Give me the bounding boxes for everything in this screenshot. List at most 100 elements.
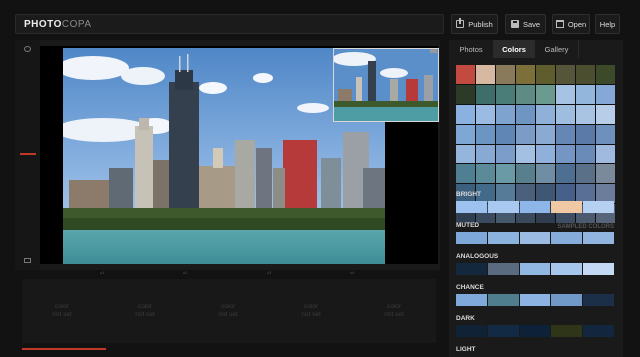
color-swatch[interactable]: [536, 144, 555, 164]
color-swatch[interactable]: [476, 104, 495, 124]
color-swatch[interactable]: [516, 104, 535, 124]
color-swatch[interactable]: [596, 144, 615, 164]
color-swatch[interactable]: [596, 104, 615, 124]
palette-swatch[interactable]: [519, 294, 551, 306]
color-swatch[interactable]: [536, 84, 555, 104]
position-marker[interactable]: [20, 153, 36, 155]
tab-photos[interactable]: Photos: [449, 40, 494, 58]
color-swatch[interactable]: [556, 124, 575, 144]
color-swatch[interactable]: [596, 84, 615, 104]
palette-bright[interactable]: [456, 201, 614, 213]
color-slot[interactable]: color not set: [22, 279, 102, 343]
color-swatch[interactable]: [536, 104, 555, 124]
color-swatch[interactable]: [496, 65, 515, 84]
color-swatch[interactable]: [496, 124, 515, 144]
palette-swatch[interactable]: [487, 232, 519, 244]
publish-button[interactable]: Publish: [451, 14, 498, 34]
tab-colors[interactable]: Colors: [494, 40, 535, 58]
color-swatch[interactable]: [576, 84, 595, 104]
palette-swatch[interactable]: [551, 201, 583, 213]
palette-swatch[interactable]: [487, 263, 519, 275]
color-swatch[interactable]: [456, 65, 475, 84]
palette-swatch[interactable]: [519, 325, 551, 337]
palette-chance[interactable]: [456, 294, 614, 306]
color-swatch[interactable]: [456, 164, 475, 184]
color-swatch[interactable]: [576, 144, 595, 164]
palette-swatch[interactable]: [551, 294, 583, 306]
color-swatch[interactable]: [476, 65, 495, 84]
palette-swatch[interactable]: [487, 325, 519, 337]
open-button[interactable]: Open: [552, 14, 590, 34]
palette-swatch[interactable]: [551, 325, 583, 337]
palette-analogous[interactable]: [456, 263, 614, 275]
color-slot[interactable]: color not set: [188, 279, 268, 343]
palette-swatch[interactable]: [519, 201, 551, 213]
palette-swatch[interactable]: [519, 232, 551, 244]
color-swatch[interactable]: [556, 104, 575, 124]
color-swatch[interactable]: [476, 84, 495, 104]
color-swatch[interactable]: [576, 65, 595, 84]
palette-swatch[interactable]: [583, 232, 614, 244]
palette-muted[interactable]: [456, 232, 614, 244]
color-swatch[interactable]: [536, 124, 555, 144]
palette-title-chance: CHANCE: [456, 284, 484, 291]
palette-dark[interactable]: [456, 325, 614, 337]
color-swatch[interactable]: [496, 104, 515, 124]
color-swatch[interactable]: [576, 124, 595, 144]
color-swatch[interactable]: [556, 164, 575, 184]
palette-swatch[interactable]: [487, 201, 519, 213]
color-swatch[interactable]: [476, 124, 495, 144]
color-swatch[interactable]: [516, 144, 535, 164]
palette-swatch[interactable]: [456, 325, 487, 337]
save-button[interactable]: Save: [505, 14, 546, 34]
palette-swatch[interactable]: [551, 232, 583, 244]
color-slot[interactable]: color not set: [354, 279, 434, 343]
palette-swatch[interactable]: [583, 325, 614, 337]
color-swatch[interactable]: [456, 124, 475, 144]
color-swatch[interactable]: [456, 84, 475, 104]
color-swatch[interactable]: [536, 164, 555, 184]
palette-swatch[interactable]: [583, 294, 614, 306]
color-swatch[interactable]: [556, 84, 575, 104]
color-swatch[interactable]: [456, 104, 475, 124]
color-swatch[interactable]: [476, 164, 495, 184]
palette-swatch[interactable]: [456, 232, 487, 244]
palette-swatch[interactable]: [583, 201, 614, 213]
color-swatch[interactable]: [496, 164, 515, 184]
color-swatch[interactable]: [516, 164, 535, 184]
photo-thumbnail[interactable]: [333, 48, 439, 122]
color-swatch[interactable]: [516, 84, 535, 104]
palette-swatch[interactable]: [456, 294, 487, 306]
color-swatch[interactable]: [536, 65, 555, 84]
thumbnail-menu-icon[interactable]: [430, 49, 437, 53]
palette-swatch[interactable]: [456, 201, 487, 213]
progress-indicator: [22, 348, 106, 350]
palette-swatch[interactable]: [456, 263, 487, 275]
palette-swatch[interactable]: [583, 263, 614, 275]
color-swatch[interactable]: [576, 164, 595, 184]
settings-icon[interactable]: [24, 46, 31, 52]
grid-icon[interactable]: [24, 258, 31, 263]
palette-swatch[interactable]: [551, 263, 583, 275]
color-swatch[interactable]: [456, 144, 475, 164]
slot-line1: color: [386, 303, 402, 311]
tab-gallery[interactable]: Gallery: [535, 40, 579, 58]
color-swatch[interactable]: [596, 164, 615, 184]
color-swatch[interactable]: [556, 144, 575, 164]
help-button[interactable]: Help: [595, 14, 620, 34]
color-swatch[interactable]: [576, 104, 595, 124]
color-swatch[interactable]: [496, 84, 515, 104]
color-swatch[interactable]: [476, 144, 495, 164]
palette-title-muted: MUTED: [456, 222, 480, 229]
palette-swatch[interactable]: [519, 263, 551, 275]
color-swatch[interactable]: [596, 124, 615, 144]
color-swatch[interactable]: [556, 65, 575, 84]
app-logo[interactable]: PHOTOCOPA: [24, 19, 92, 30]
color-slot[interactable]: color not set: [105, 279, 185, 343]
color-swatch[interactable]: [496, 144, 515, 164]
palette-swatch[interactable]: [487, 294, 519, 306]
color-swatch[interactable]: [516, 65, 535, 84]
color-slot[interactable]: color not set: [271, 279, 351, 343]
color-swatch[interactable]: [516, 124, 535, 144]
color-swatch[interactable]: [596, 65, 615, 84]
